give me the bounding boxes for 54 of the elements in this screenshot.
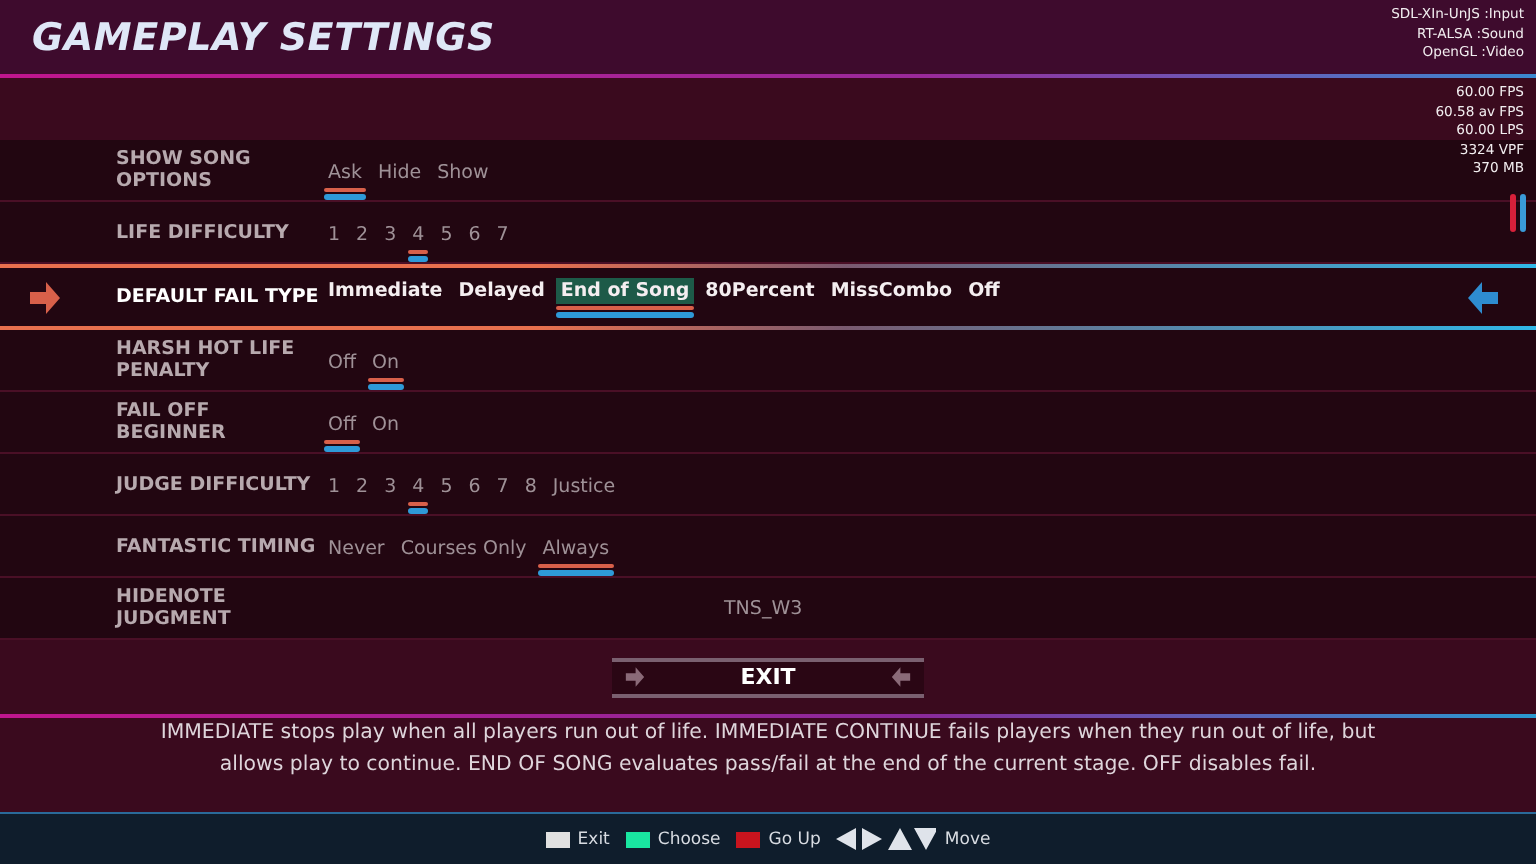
- option-text[interactable]: End of Song: [556, 277, 694, 303]
- setting-label: JUDGE DIFFICULTY: [116, 473, 313, 495]
- left-arrow-icon: [890, 666, 912, 688]
- option-text[interactable]: Off: [964, 277, 1004, 303]
- right-arrow-icon: [28, 280, 62, 316]
- setting-value[interactable]: TNS_W3: [724, 597, 803, 619]
- option-text[interactable]: Off: [324, 411, 361, 437]
- setting-label: FAIL OFF BEGINNER: [116, 400, 228, 444]
- option-text[interactable]: 6: [464, 221, 485, 247]
- option-text[interactable]: 6: [464, 473, 485, 499]
- option-text[interactable]: 3: [380, 473, 401, 499]
- screen-title: GAMEPLAY SETTINGS: [32, 15, 495, 59]
- option-text[interactable]: Off: [324, 349, 361, 375]
- option-text[interactable]: 1: [324, 221, 345, 247]
- option-text[interactable]: Justice: [548, 473, 620, 499]
- left-arrow-icon: [1466, 280, 1500, 316]
- option-text[interactable]: On: [368, 411, 404, 437]
- legend-label: Go Up: [768, 829, 821, 849]
- right-arrow-icon: [624, 666, 646, 688]
- option-text[interactable]: 2: [352, 473, 373, 499]
- option-text[interactable]: 1: [324, 473, 345, 499]
- option-text[interactable]: 2: [352, 221, 373, 247]
- exit-button[interactable]: EXIT: [612, 657, 924, 697]
- legend-label: Move: [944, 829, 991, 849]
- player-bars-icon: [1510, 194, 1526, 232]
- setting-label: FANTASTIC TIMING: [116, 535, 318, 557]
- setting-label: LIFE DIFFICULTY: [116, 221, 291, 243]
- option-text[interactable]: 5: [436, 473, 457, 499]
- option-text[interactable]: 8: [520, 473, 541, 499]
- direction-arrows-icon: [836, 828, 937, 850]
- option-text[interactable]: Immediate: [324, 277, 447, 303]
- option-text[interactable]: Delayed: [454, 277, 549, 303]
- option-text[interactable]: 5: [436, 221, 457, 247]
- option-text[interactable]: Always: [538, 535, 614, 561]
- description-text: IMMEDIATE stops play when all players run out of life. IMMEDIATE CONTINUE fails players when they run out of life, but allows play to continue. END OF SONG evaluates pass/fail at the end of the current stage. OFF disables fail.: [0, 718, 1536, 812]
- option-text[interactable]: MissCombo: [826, 277, 957, 303]
- option-text[interactable]: Hide: [373, 159, 426, 185]
- setting-label: SHOW SONG OPTIONS: [116, 148, 253, 192]
- option-text[interactable]: 4: [408, 221, 429, 247]
- option-text[interactable]: Ask: [324, 159, 366, 185]
- legend-label: Exit: [577, 829, 610, 849]
- setting-label: HARSH HOT LIFE PENALTY: [116, 338, 297, 382]
- setting-label: HIDENOTE JUDGMENT: [116, 586, 233, 630]
- option-text[interactable]: 80Percent: [701, 277, 819, 303]
- setting-label: DEFAULT FAIL TYPE: [116, 286, 321, 308]
- option-text[interactable]: On: [368, 349, 404, 375]
- option-text[interactable]: 3: [380, 221, 401, 247]
- option-text[interactable]: Courses Only: [396, 535, 531, 561]
- option-text[interactable]: 7: [492, 221, 513, 247]
- legend-label: Choose: [657, 829, 721, 849]
- option-text[interactable]: 7: [492, 473, 513, 499]
- option-text[interactable]: Never: [324, 535, 389, 561]
- option-text[interactable]: 4: [408, 473, 429, 499]
- option-text[interactable]: Show: [433, 159, 493, 185]
